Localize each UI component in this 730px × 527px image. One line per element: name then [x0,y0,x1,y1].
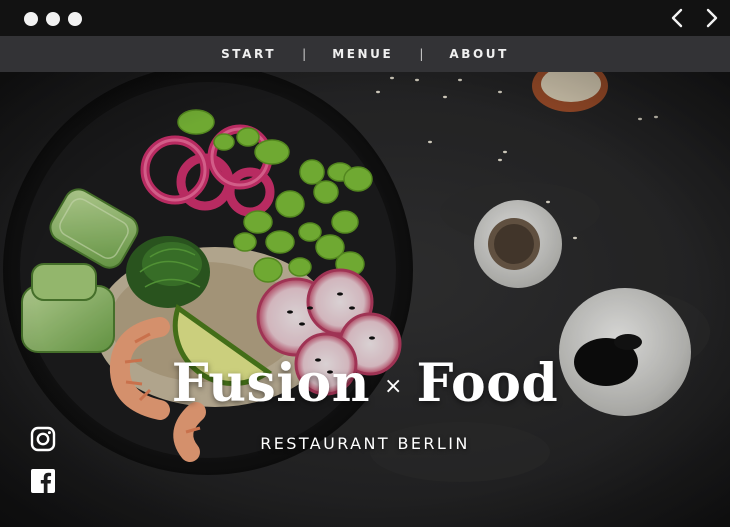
hero-section: Fusion × Food RESTAURANT BERLIN [0,72,730,527]
nav-item-menue[interactable]: MENUE [332,47,393,61]
browser-window: START | MENUE | ABOUT Fusion × Food REST… [0,0,730,527]
hero-title-fusion: Fusion [171,353,371,414]
chevron-right-icon[interactable] [699,6,723,30]
title-bar [0,0,730,36]
poke-bowl-photo [0,72,730,527]
instagram-icon[interactable] [30,426,56,452]
main-nav: START | MENUE | ABOUT [0,36,730,72]
facebook-icon[interactable] [30,468,56,494]
chevron-left-icon[interactable] [666,6,690,30]
nav-item-about[interactable]: ABOUT [449,47,509,61]
window-control-dot[interactable] [46,12,60,26]
window-control-dot[interactable] [68,12,82,26]
hero-title-food: Food [416,353,559,414]
nav-item-start[interactable]: START [221,47,276,61]
nav-separator: | [419,47,424,61]
hero-title: Fusion × Food [0,353,730,414]
hero-subtitle: RESTAURANT BERLIN [260,434,470,453]
window-control-dot[interactable] [24,12,38,26]
nav-separator: | [302,47,307,61]
hero-title-connector: × [384,374,403,399]
